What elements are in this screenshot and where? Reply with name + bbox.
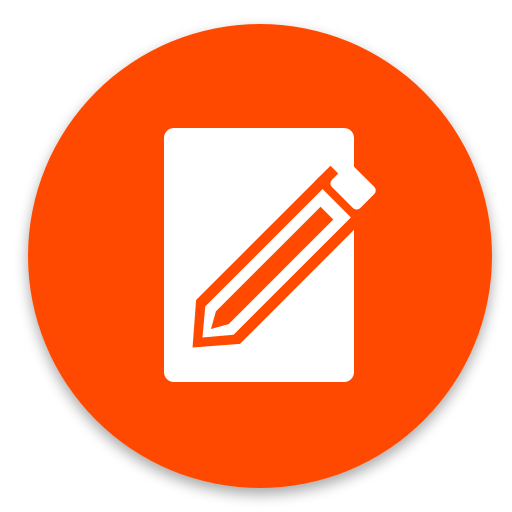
app-icon[interactable] (0, 0, 512, 512)
compose-icon-graphic (28, 24, 492, 488)
